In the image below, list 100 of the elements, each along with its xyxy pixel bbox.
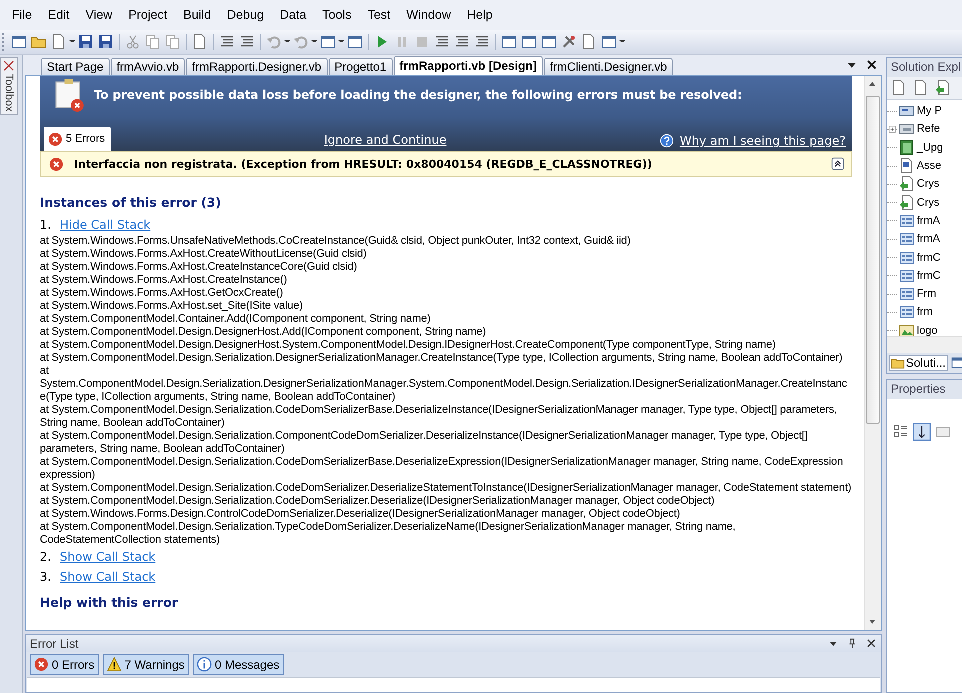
tree-item[interactable]: Refe	[917, 122, 940, 136]
document-tab[interactable]: Progetto1	[328, 58, 393, 75]
pin-icon[interactable]	[847, 638, 858, 649]
stack-trace-line: at System.ComponentModel.Design.Serialization.CodeDomSerializer.DeserializeStatementToInstance(IDesignerSerializationManager manager, CodeStatement statement)	[40, 482, 852, 495]
document-tab[interactable]: frmRapporti.Designer.vb	[186, 58, 328, 75]
help-link[interactable]: Why am I seeing this page?	[680, 134, 846, 148]
error-icon	[49, 156, 64, 172]
scrollbar[interactable]	[864, 76, 881, 630]
toolbar-grip[interactable]	[2, 33, 7, 51]
collapse-icon[interactable]	[831, 157, 845, 171]
tree-item[interactable]: My P	[917, 104, 942, 118]
stack-trace-line: at System.Windows.Forms.UnsafeNativeMethods.CoCreateInstance(Guid& clsid, Object punkOuter, Int32 context, Guid& iid)	[40, 235, 632, 248]
call-stack-link[interactable]: Show Call Stack	[60, 567, 156, 587]
error-icon	[34, 657, 49, 672]
section-heading: Help with this error	[40, 595, 180, 610]
help-icon	[660, 134, 674, 148]
menu-item[interactable]: Debug	[219, 8, 272, 22]
tree-item[interactable]: frm	[917, 305, 933, 320]
document-icon[interactable]	[891, 80, 907, 96]
expand-icon[interactable]	[888, 124, 897, 134]
tree-item[interactable]: _Upg	[917, 140, 944, 155]
document-icon[interactable]	[913, 80, 929, 96]
tree-item[interactable]: frmA	[917, 214, 940, 228]
tree-item[interactable]: Asse	[917, 159, 942, 174]
menu-item[interactable]: Data	[272, 8, 315, 22]
stack-trace-line: at System.ComponentModel.Design.Serialization.DesignerSerializationManager.System.ComponentModel.Design.Serialization.IDesignerSerializationManager.CreateInstance(Type type, ICollection arguments, String name, Boolean addToContainer)	[40, 365, 848, 404]
book-icon	[899, 140, 915, 156]
info-icon	[196, 657, 212, 672]
tree-item[interactable]: Frm	[917, 287, 937, 302]
report-file-icon	[899, 194, 915, 211]
list-number: 1.	[40, 217, 52, 234]
tree-item[interactable]: Crys	[917, 177, 940, 192]
close-icon[interactable]	[866, 59, 878, 71]
window-icon[interactable]	[541, 34, 557, 50]
window-icon[interactable]	[501, 34, 517, 50]
filter-button[interactable]: 7 Warnings	[102, 654, 189, 675]
stack-trace-line: at System.Windows.Forms.AxHost.CreateWithoutLicense(Guid clsid)	[40, 248, 368, 261]
errors-tab[interactable]: 5 Errors	[44, 127, 112, 151]
menu-item[interactable]: File	[4, 8, 40, 22]
stack-trace-line: at System.ComponentModel.Design.Serialization.CodeDomSerializerBase.DeserializeExpression(IDesignerSerializationManager manager, String name, CodeExpression expression)	[40, 456, 844, 482]
form-icon	[899, 250, 915, 266]
form-icon	[899, 212, 915, 229]
ignore-link[interactable]: Ignore and Continue	[324, 133, 447, 147]
filter-button[interactable]: 0 Errors	[30, 654, 99, 675]
tree-item[interactable]: logo	[917, 324, 938, 336]
window-icon[interactable]	[347, 34, 363, 50]
pin-icon	[3, 60, 15, 72]
categorized-icon[interactable]	[893, 424, 909, 440]
panel-title: Properties	[887, 380, 962, 399]
form-icon	[899, 304, 915, 320]
section-heading: Instances of this error (3)	[40, 195, 222, 210]
stack-trace-line: at System.ComponentModel.Design.Serialization.TypeCodeDomSerializer.DeserializeName(IDesignerSerializationManager manager, String name, CodeStatementCollection statements)	[40, 521, 737, 547]
tree-item[interactable]: frmC	[917, 268, 941, 283]
menu-item[interactable]: Project	[120, 8, 176, 22]
tree-item[interactable]: frmC	[917, 250, 941, 265]
stack-trace-line: at System.Windows.Forms.AxHost.set_Site(ISite value)	[40, 300, 304, 313]
menu-item[interactable]: Help	[459, 8, 501, 22]
menu-item[interactable]: Window	[398, 8, 460, 22]
document-tab[interactable]: frmAvvio.vb	[110, 58, 186, 75]
document-tab[interactable]: frmRapporti.vb [Design]	[394, 56, 543, 75]
form-icon	[899, 268, 915, 284]
stack-trace-line: at System.ComponentModel.Design.DesignerHost.Add(IComponent component, String name)	[40, 326, 488, 339]
tools-icon[interactable]	[561, 34, 577, 50]
document-icon[interactable]	[581, 34, 597, 50]
window-icon[interactable]	[601, 34, 617, 50]
menu-item[interactable]: Build	[175, 8, 220, 22]
stack-trace-line: at System.ComponentModel.Design.Serialization.DesignerSerializationManager.CreateInstance(Type type, ICollection arguments, String name, Boolean addToContainer)	[40, 352, 844, 365]
menu-item[interactable]: Test	[360, 8, 399, 22]
image-icon	[899, 322, 915, 336]
form-icon	[899, 231, 915, 248]
stack-trace-line: at System.ComponentModel.Design.DesignerHost.System.ComponentModel.Design.IDesignerHost.CreateComponent(Type componentType, String name)	[40, 339, 777, 352]
menu-item[interactable]: Tools	[314, 8, 360, 22]
form-icon	[899, 286, 915, 302]
error-icon	[48, 132, 63, 146]
toolbox-tab[interactable]: Toolbox	[0, 57, 18, 115]
tree-item[interactable]: frmA	[917, 232, 940, 246]
call-stack-link[interactable]: Show Call Stack	[60, 547, 156, 567]
call-stack-link[interactable]: Hide Call Stack	[60, 215, 151, 235]
stack-trace-line: at System.Windows.Forms.AxHost.CreateInstance()	[40, 274, 288, 287]
window-icon[interactable]	[521, 34, 537, 50]
panel-tab[interactable]: Soluti...	[889, 355, 948, 371]
list-number: 2.	[40, 549, 52, 566]
document-tab[interactable]: frmClienti.Designer.vb	[544, 58, 674, 75]
menu-item[interactable]: Edit	[40, 8, 78, 22]
document-icon[interactable]	[51, 34, 67, 50]
filter-button[interactable]: 0 Messages	[192, 654, 284, 675]
close-icon[interactable]	[866, 638, 877, 649]
scrollbar[interactable]	[887, 336, 962, 353]
stack-trace-line: at System.ComponentModel.Design.Serialization.ComponentCodeDomSerializer.DeserializeInstance(IDesignerSerializationManager manager, Type type, Object[] parameters, String name, Boolean addToContainer)	[40, 430, 809, 456]
document-tab[interactable]: Start Page	[41, 58, 110, 75]
panel-tab-icon[interactable]	[951, 356, 962, 370]
menu-item[interactable]: View	[78, 8, 121, 22]
alphabetical-icon[interactable]	[913, 423, 931, 441]
panel-title: Solution Expl	[887, 58, 962, 77]
tree-item[interactable]: Crys	[917, 196, 940, 210]
save-all-icon[interactable]	[98, 34, 114, 50]
save-icon[interactable]	[78, 34, 94, 50]
panel-title: Error List	[30, 636, 79, 650]
report-file-icon	[899, 176, 915, 192]
stack-trace-line: at System.ComponentModel.Design.Serialization.CodeDomSerializer.Deserialize(IDesignerSerializationManager manager, Object codeObject)	[40, 495, 716, 508]
